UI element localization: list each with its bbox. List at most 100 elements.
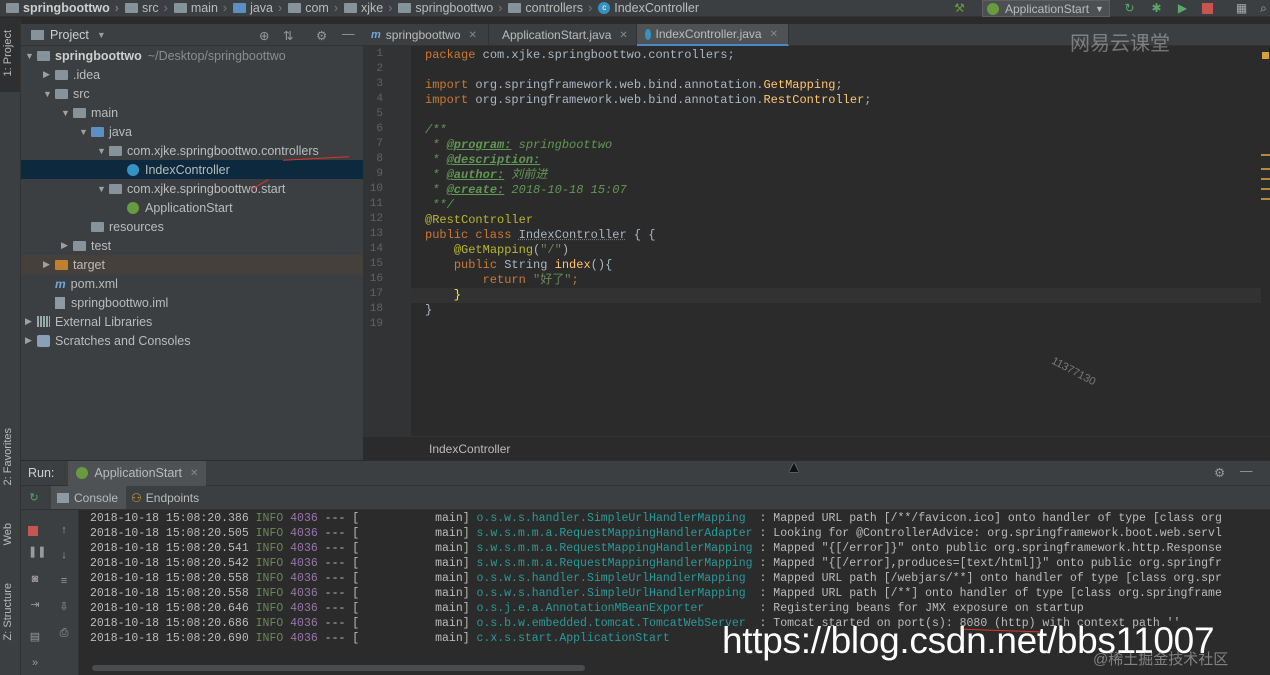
tab-applicationstart[interactable]: ApplicationStart.java ✕ xyxy=(489,24,637,46)
close-icon[interactable]: ✕ xyxy=(619,30,627,41)
editor-gutter: 1 2 3 4 5 6 7 8 9 10 11 12 13 14 15 16 17 18 19 xyxy=(363,46,411,436)
tree-item[interactable]: ▶ Scratches and Consoles xyxy=(21,331,363,350)
console-horizontal-scrollbar[interactable] xyxy=(79,660,1270,675)
close-icon[interactable]: ✕ xyxy=(469,30,477,41)
crumb-springboottwo[interactable]: springboottwo › xyxy=(392,1,502,15)
coverage-icon[interactable]: ▶ xyxy=(1176,2,1189,15)
tree-item[interactable]: ▶ test xyxy=(21,236,363,255)
line-number: 16 xyxy=(369,273,383,285)
tab-springboottwo[interactable]: m springboottwo ✕ xyxy=(363,24,489,46)
rerun-icon[interactable]: ↻ xyxy=(1123,2,1136,15)
warning-marker-icon xyxy=(1262,52,1269,59)
scrollbar-thumb[interactable] xyxy=(92,665,585,671)
tree-item[interactable]: ApplicationStart xyxy=(21,198,363,217)
crumb-indexcontroller[interactable]: c IndexController xyxy=(592,1,699,15)
tree-item[interactable]: ▼ main xyxy=(21,103,363,122)
run-label: Run: xyxy=(28,466,55,480)
crumb-java[interactable]: java › xyxy=(227,1,282,15)
debug-icon[interactable]: ✱ xyxy=(1150,2,1163,15)
tree-item[interactable]: resources xyxy=(21,217,363,236)
tree-item[interactable]: ▼ src xyxy=(21,84,363,103)
run-config-tab[interactable]: ApplicationStart ✕ xyxy=(68,460,207,486)
chevron-down-icon: ▼ xyxy=(96,29,106,40)
close-icon[interactable]: ✕ xyxy=(190,468,198,479)
tool-tab-favorites[interactable]: 2: Favorites xyxy=(2,428,14,485)
left-tool-stripe: 1: Project 2: Favorites Web Z: Structure xyxy=(0,18,21,675)
folder-icon xyxy=(233,3,247,13)
library-icon xyxy=(37,316,50,327)
project-structure-icon[interactable]: ▦ xyxy=(1235,2,1248,15)
collapsed-arrow-icon[interactable]: ▶ xyxy=(61,240,73,251)
editor-breadcrumb[interactable]: IndexController xyxy=(363,436,1270,460)
expanded-arrow-icon[interactable]: ▼ xyxy=(97,146,109,156)
code-line: @GetMapping("/") xyxy=(453,243,570,257)
tree-item[interactable]: ▼ java xyxy=(21,122,363,141)
run-panel-header: Run: ApplicationStart ✕ ⚙ — xyxy=(21,460,1270,486)
tool-tab-web[interactable]: Web xyxy=(2,523,14,545)
collapsed-arrow-icon[interactable]: ▶ xyxy=(25,316,37,327)
run-configuration-select[interactable]: ApplicationStart ▼ xyxy=(982,0,1110,17)
tree-item[interactable]: ▼ com.xjke.springboottwo.controllers xyxy=(21,141,363,160)
collapsed-arrow-icon[interactable]: ▶ xyxy=(43,259,55,270)
hide-icon[interactable]: — xyxy=(342,27,355,41)
pause-icon[interactable]: ❚❚ xyxy=(28,545,46,559)
expanded-arrow-icon[interactable]: ▼ xyxy=(97,184,109,194)
camera-icon[interactable]: ◙ xyxy=(28,572,42,586)
more-icon[interactable]: » xyxy=(28,656,42,670)
gear-icon[interactable]: ⚙ xyxy=(316,28,327,43)
tab-endpoints[interactable]: ⚇ Endpoints xyxy=(125,486,205,509)
soft-wrap-icon[interactable]: ≡ xyxy=(57,574,71,588)
project-view-selector[interactable]: Project ▼ xyxy=(31,28,106,42)
tree-item-path-hint: ~/Desktop/springboottwo xyxy=(147,48,286,63)
expanded-arrow-icon[interactable]: ▼ xyxy=(79,127,91,137)
tool-tab-project[interactable]: 1: Project xyxy=(2,30,14,76)
editor-error-stripe[interactable] xyxy=(1261,46,1270,436)
rerun-icon[interactable]: ↻ xyxy=(27,491,41,505)
tree-item-label: com.xjke.springboottwo.controllers xyxy=(127,143,319,158)
expanded-arrow-icon[interactable]: ▼ xyxy=(61,108,73,118)
scroll-to-end-icon[interactable]: ⇩ xyxy=(57,600,71,614)
up-arrow-icon[interactable]: ↑ xyxy=(57,523,71,537)
stop-icon[interactable] xyxy=(28,526,38,536)
close-icon[interactable]: ✕ xyxy=(770,29,778,40)
crumb-project[interactable]: springboottwo › xyxy=(0,1,119,15)
tree-item[interactable]: m pom.xml xyxy=(21,274,363,293)
code-editor[interactable]: package com.xjke.springboottwo.controlle… xyxy=(411,46,1261,436)
collapsed-arrow-icon[interactable]: ▶ xyxy=(25,335,37,346)
exit-icon[interactable]: ⇥ xyxy=(28,598,42,612)
crumb-com[interactable]: com › xyxy=(282,1,338,15)
collapsed-arrow-icon[interactable]: ▶ xyxy=(43,69,55,80)
down-arrow-icon[interactable]: ↓ xyxy=(57,548,71,562)
line-number: 11 xyxy=(369,198,383,210)
tree-item[interactable]: springboottwo.iml xyxy=(21,293,363,312)
tree-item[interactable]: ▶ External Libraries xyxy=(21,312,363,331)
tab-indexcontroller[interactable]: IndexController.java ✕ xyxy=(637,24,789,46)
tree-item[interactable]: ▶ .idea xyxy=(21,65,363,84)
expanded-arrow-icon[interactable]: ▼ xyxy=(25,51,37,61)
gear-icon[interactable]: ⚙ xyxy=(1214,465,1225,480)
crumb-src[interactable]: src › xyxy=(119,1,168,15)
tree-item[interactable]: IndexController xyxy=(21,160,363,179)
locate-icon[interactable]: ⊕ xyxy=(259,28,269,43)
layout-icon[interactable]: ▤ xyxy=(28,630,42,644)
tab-console[interactable]: Console xyxy=(51,486,127,509)
folder-icon xyxy=(124,3,138,13)
tree-item[interactable]: ▶ target xyxy=(21,255,363,274)
crumb-controllers[interactable]: controllers › xyxy=(502,1,592,15)
build-hammer-icon[interactable]: ⚒ xyxy=(953,2,966,15)
collapse-all-icon[interactable]: ⇅ xyxy=(283,28,293,43)
stop-icon[interactable] xyxy=(1202,3,1213,14)
marker xyxy=(1261,188,1270,190)
tree-item-label: test xyxy=(91,238,112,253)
crumb-xjke[interactable]: xjke › xyxy=(338,1,392,15)
hide-icon[interactable]: — xyxy=(1240,464,1253,478)
search-everywhere-icon[interactable]: ⌕ xyxy=(1257,2,1270,15)
print-icon[interactable]: ⎙ xyxy=(57,626,71,640)
tree-item[interactable]: ▼ com.xjke.springboottwo.start xyxy=(21,179,363,198)
crumb-main[interactable]: main › xyxy=(168,1,227,15)
tool-tab-structure[interactable]: Z: Structure xyxy=(2,583,14,640)
log-line: 2018-10-18 15:08:20.505 INFO 4036 --- [ … xyxy=(90,527,1222,540)
expanded-arrow-icon[interactable]: ▼ xyxy=(43,89,55,99)
tree-item[interactable]: ▼ springboottwo ~/Desktop/springboottwo xyxy=(21,46,363,65)
log-line: 2018-10-18 15:08:20.542 INFO 4036 --- [ … xyxy=(90,557,1222,570)
